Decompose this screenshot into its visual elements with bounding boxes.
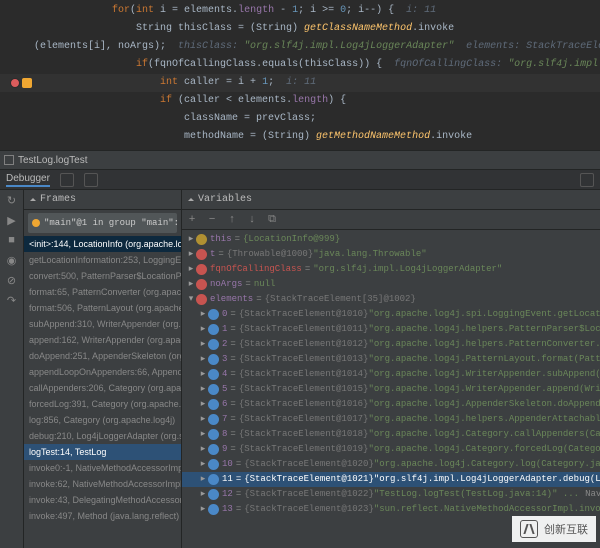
breakpoint-line[interactable]: int caller = i + 1; i: 11 <box>0 74 600 92</box>
frames-panel: Frames "main"@1 in group "main": RU... <… <box>24 190 182 548</box>
debugger-body: ↻ ▶ ■ ◉ ⊘ ↷ Frames "main"@1 in group "ma… <box>0 190 600 548</box>
debugger-tab-strip: Debugger <box>0 170 600 190</box>
frame-row[interactable]: logTest:14, TestLog <box>24 444 181 460</box>
variable-row[interactable]: ▸8={StackTraceElement@1018} "org.apache.… <box>182 427 600 442</box>
variable-row[interactable]: ▸noArgs=null <box>182 277 600 292</box>
frame-row[interactable]: doAppend:251, AppenderSkeleton (org.apac… <box>24 348 181 364</box>
variable-row[interactable]: ▸10={StackTraceElement@1020} "org.apache… <box>182 457 600 472</box>
add-watch-icon[interactable]: + <box>182 210 202 229</box>
stop-icon[interactable]: ■ <box>5 234 19 248</box>
console-tab-icon[interactable] <box>60 173 74 187</box>
frame-row[interactable]: <init>:144, LocationInfo (org.apache.log… <box>24 236 181 252</box>
variable-row[interactable]: ▾elements={StackTraceElement[35]@1002} <box>182 292 600 307</box>
variable-row[interactable]: ▸t={Throwable@1000} "java.lang.Throwable… <box>182 247 600 262</box>
variable-row[interactable]: ▸0={StackTraceElement@1010} "org.apache.… <box>182 307 600 322</box>
variable-row[interactable]: ▸this={LocationInfo@999} <box>182 232 600 247</box>
watermark: 创新互联 <box>512 516 596 542</box>
collapse-icon[interactable] <box>188 195 194 201</box>
watermark-logo-icon <box>520 520 538 538</box>
variable-row[interactable]: ▸5={StackTraceElement@1015} "org.apache.… <box>182 382 600 397</box>
debug-run-config-title: TestLog.logTest <box>18 155 88 166</box>
intention-bulb-icon[interactable] <box>22 78 32 88</box>
restore-icon[interactable] <box>4 155 14 165</box>
frame-row[interactable]: format:65, PatternConverter (org.apache.… <box>24 284 181 300</box>
frame-row[interactable]: forcedLog:391, Category (org.apache.log4… <box>24 396 181 412</box>
variables-header: Variables <box>182 190 600 210</box>
frame-row[interactable]: invoke0:-1, NativeMethodAccessorImpl (su… <box>24 460 181 476</box>
frame-row[interactable]: invoke:43, DelegatingMethodAccessorImpl … <box>24 492 181 508</box>
debugger-tab[interactable]: Debugger <box>6 173 50 187</box>
variable-row[interactable]: ▸fqnOfCallingClass="org.slf4j.impl.Log4j… <box>182 262 600 277</box>
variable-row[interactable]: ▸7={StackTraceElement@1017} "org.apache.… <box>182 412 600 427</box>
resume-icon[interactable]: ▶ <box>5 214 19 228</box>
variable-row[interactable]: ▸13={StackTraceElement@1023} "sun.reflec… <box>182 502 600 517</box>
frame-row[interactable]: log:856, Category (org.apache.log4j) <box>24 412 181 428</box>
remove-watch-icon[interactable]: − <box>202 210 222 229</box>
frame-row[interactable]: getLocationInformation:253, LoggingEvent… <box>24 252 181 268</box>
code-line: className = prevClass; <box>0 110 600 128</box>
step-over-icon[interactable]: ↷ <box>5 294 19 308</box>
frame-row[interactable]: format:506, PatternLayout (org.apache.lo… <box>24 300 181 316</box>
variable-row[interactable]: ▸1={StackTraceElement@1011} "org.apache.… <box>182 322 600 337</box>
code-line: (elements[i], noArgs); thisClass: "org.s… <box>0 38 600 56</box>
debug-tool-tab-bar: TestLog.logTest <box>0 150 600 170</box>
copy-icon[interactable]: ⧉ <box>262 210 282 229</box>
rerun-icon[interactable]: ↻ <box>5 194 19 208</box>
frames-header: Frames <box>24 190 181 210</box>
code-line: if (caller < elements.length) { <box>0 92 600 110</box>
variable-row[interactable]: ▸2={StackTraceElement@1012} "org.apache.… <box>182 337 600 352</box>
variables-panel: Variables + − ↑ ↓ ⧉ ▸this={LocationInfo@… <box>182 190 600 548</box>
frame-row[interactable]: subAppend:310, WriterAppender (org.apach… <box>24 316 181 332</box>
code-line: if(fqnOfCallingClass.equals(thisClass)) … <box>0 56 600 74</box>
frames-list[interactable]: <init>:144, LocationInfo (org.apache.log… <box>24 236 181 548</box>
variable-row[interactable]: ▸9={StackTraceElement@1019} "org.apache.… <box>182 442 600 457</box>
variable-row[interactable]: ▸6={StackTraceElement@1016} "org.apache.… <box>182 397 600 412</box>
up-icon[interactable]: ↑ <box>222 210 242 229</box>
down-icon[interactable]: ↓ <box>242 210 262 229</box>
frame-row[interactable]: debug:210, Log4jLoggerAdapter (org.slf4j… <box>24 428 181 444</box>
variable-row[interactable]: ▸11={StackTraceElement@1021} "org.slf4j.… <box>182 472 600 487</box>
code-editor[interactable]: for(int i = elements.length - 1; i >= 0;… <box>0 0 600 150</box>
variables-toolbar: + − ↑ ↓ ⧉ <box>182 210 600 230</box>
frame-row[interactable]: invoke:497, Method (java.lang.reflect) <box>24 508 181 524</box>
frame-row[interactable]: callAppenders:206, Category (org.apache.… <box>24 380 181 396</box>
frame-row[interactable]: append:162, WriterAppender (org.apache.l… <box>24 332 181 348</box>
view-breakpoints-icon[interactable]: ◉ <box>5 254 19 268</box>
variable-row[interactable]: ▸12={StackTraceElement@1022} "TestLog.lo… <box>182 487 600 502</box>
thread-status-icon <box>32 219 40 227</box>
code-line: methodName = (String) getMethodNameMetho… <box>0 128 600 146</box>
threads-tab-icon[interactable] <box>84 173 98 187</box>
frame-row[interactable]: convert:500, PatternParser$LocationPatte… <box>24 268 181 284</box>
breakpoint-icon[interactable] <box>10 78 20 88</box>
code-line: for(int i = elements.length - 1; i >= 0;… <box>0 2 600 20</box>
debug-action-rail: ↻ ▶ ■ ◉ ⊘ ↷ <box>0 190 24 548</box>
variable-row[interactable]: ▸3={StackTraceElement@1013} "org.apache.… <box>182 352 600 367</box>
code-line: String thisClass = (String) getClassName… <box>0 20 600 38</box>
collapse-icon[interactable] <box>30 195 36 201</box>
variables-tree[interactable]: ▸this={LocationInfo@999}▸t={Throwable@10… <box>182 230 600 548</box>
mute-breakpoints-icon[interactable]: ⊘ <box>5 274 19 288</box>
thread-selector[interactable]: "main"@1 in group "main": RU... <box>28 213 177 233</box>
frame-row[interactable]: appendLoopOnAppenders:66, AppenderAttach… <box>24 364 181 380</box>
frame-row[interactable]: invoke:62, NativeMethodAccessorImpl (sun… <box>24 476 181 492</box>
layout-settings-icon[interactable] <box>580 173 594 187</box>
variable-row[interactable]: ▸4={StackTraceElement@1014} "org.apache.… <box>182 367 600 382</box>
